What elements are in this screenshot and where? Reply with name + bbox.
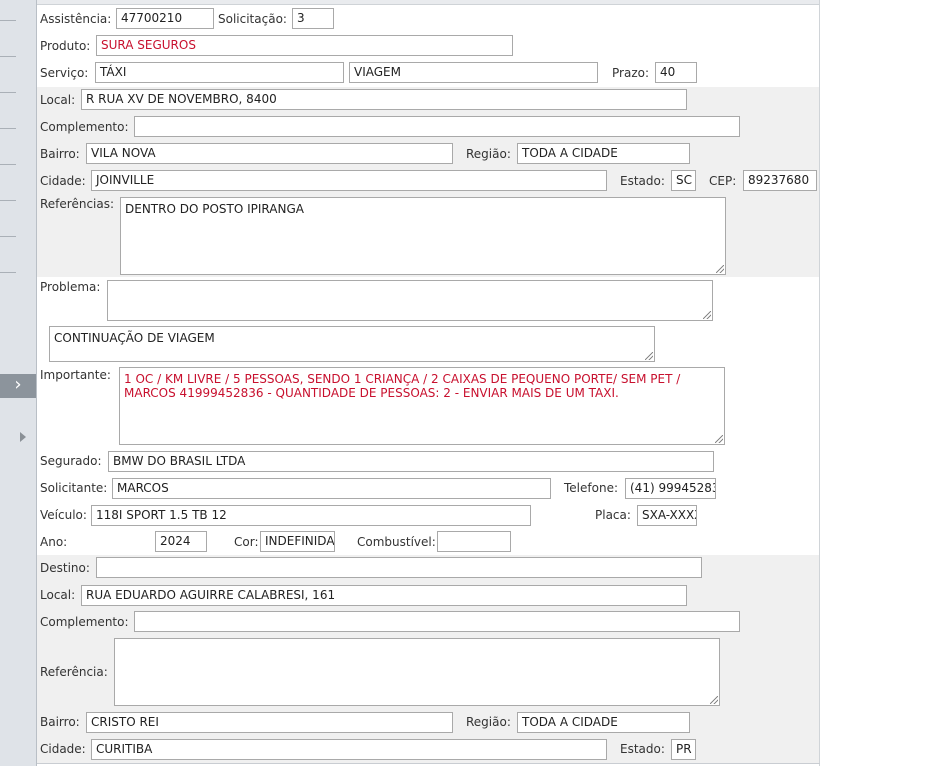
local-label: Local: (40, 93, 76, 107)
cidade-field[interactable]: JOINVILLE (91, 170, 607, 191)
prazo-field[interactable]: 40 (655, 62, 697, 83)
resize-grip-icon[interactable] (716, 265, 724, 273)
destino-referencia-textarea[interactable] (114, 638, 720, 706)
importante-textarea[interactable]: 1 OC / KM LIVRE / 5 PESSOAS, SENDO 1 CRI… (119, 367, 725, 445)
left-rail: › (0, 0, 37, 766)
resize-grip-icon[interactable] (645, 352, 653, 360)
rail-separator (0, 56, 16, 57)
regiao-label: Região: (466, 147, 511, 161)
destino-field[interactable] (96, 557, 702, 578)
estado-label: Estado: (620, 174, 665, 188)
referencias-textarea[interactable]: DENTRO DO POSTO IPIRANGA (120, 197, 726, 275)
cep-field[interactable]: 89237680 (743, 170, 817, 191)
resize-grip-icon[interactable] (715, 435, 723, 443)
resize-grip-icon[interactable] (710, 696, 718, 704)
solicitante-label: Solicitante: (40, 481, 108, 495)
solicitante-field[interactable]: MARCOS (112, 478, 551, 499)
destino-local-label: Local: (40, 588, 76, 602)
importante-text: 1 OC / KM LIVRE / 5 PESSOAS, SENDO 1 CRI… (124, 372, 681, 400)
bairro-label: Bairro: (40, 147, 80, 161)
rail-separator (0, 92, 16, 93)
ano-label: Ano: (40, 535, 68, 549)
form-top-border (37, 0, 820, 5)
destino-estado-field[interactable]: PR (671, 739, 696, 760)
solicitacao-field[interactable]: 3 (292, 8, 334, 29)
veiculo-field[interactable]: 118I SPORT 1.5 TB 12 (91, 505, 531, 526)
assistencia-label: Assistência: (40, 12, 112, 26)
rail-separator (0, 20, 16, 21)
complemento-field[interactable] (134, 116, 740, 137)
cidade-label: Cidade: (40, 174, 86, 188)
problema-textarea[interactable] (107, 280, 713, 321)
veiculo-label: Veículo: (40, 508, 87, 522)
telefone-field[interactable]: (41) 999452836 (625, 478, 716, 499)
destino-bairro-label: Bairro: (40, 715, 80, 729)
rail-separator (0, 272, 16, 273)
referencias-text: DENTRO DO POSTO IPIRANGA (125, 202, 304, 216)
produto-field[interactable]: SURA SEGUROS (96, 35, 513, 56)
local-field[interactable]: R RUA XV DE NOVEMBRO, 8400 (81, 89, 687, 110)
chevron-right-icon[interactable]: › (0, 374, 36, 398)
form-right-border (819, 0, 820, 766)
prazo-label: Prazo: (612, 66, 649, 80)
combustivel-label: Combustível: (357, 535, 436, 549)
rail-separator (0, 164, 16, 165)
destino-estado-label: Estado: (620, 742, 665, 756)
resize-grip-icon[interactable] (703, 311, 711, 319)
destino-referencia-label: Referência: (40, 665, 108, 679)
cor-field[interactable]: INDEFINIDA (260, 531, 335, 552)
rail-separator (0, 236, 16, 237)
destino-regiao-field[interactable]: TODA A CIDADE (517, 712, 690, 733)
destino-label: Destino: (40, 561, 90, 575)
cor-label: Cor: (234, 535, 259, 549)
importante-label: Importante: (40, 368, 111, 382)
segurado-field[interactable]: BMW DO BRASIL LTDA (108, 451, 714, 472)
destino-complemento-field[interactable] (134, 611, 740, 632)
combustivel-field[interactable] (437, 531, 511, 552)
caret-right-icon[interactable] (20, 432, 26, 442)
rail-separator (0, 200, 16, 201)
produto-label: Produto: (40, 39, 91, 53)
servico-field[interactable]: TÁXI (95, 62, 344, 83)
referencias-label: Referências: (40, 197, 115, 211)
form-bottom-border (37, 763, 820, 764)
estado-field[interactable]: SC (671, 170, 696, 191)
destino-complemento-label: Complemento: (40, 615, 129, 629)
complemento-label: Complemento: (40, 120, 129, 134)
destino-local-field[interactable]: RUA EDUARDO AGUIRRE CALABRESI, 161 (81, 585, 687, 606)
servico-label: Serviço: (40, 66, 89, 80)
assistencia-field[interactable]: 47700210 (116, 8, 214, 29)
descricao-text: CONTINUAÇÃO DE VIAGEM (54, 331, 215, 345)
solicitacao-label: Solicitação: (218, 12, 287, 26)
descricao-textarea[interactable]: CONTINUAÇÃO DE VIAGEM (49, 326, 655, 362)
servico-tipo-field[interactable]: VIAGEM (349, 62, 598, 83)
segurado-label: Segurado: (40, 454, 102, 468)
cep-label: CEP: (709, 174, 737, 188)
placa-label: Placa: (595, 508, 631, 522)
rail-separator (0, 128, 16, 129)
regiao-field[interactable]: TODA A CIDADE (517, 143, 690, 164)
destino-regiao-label: Região: (466, 715, 511, 729)
problema-label: Problema: (40, 280, 101, 294)
telefone-label: Telefone: (564, 481, 618, 495)
ano-field[interactable]: 2024 (155, 531, 207, 552)
destino-cidade-label: Cidade: (40, 742, 86, 756)
destino-bairro-field[interactable]: CRISTO REI (86, 712, 453, 733)
placa-field[interactable]: SXA-XXXX (637, 505, 697, 526)
destino-cidade-field[interactable]: CURITIBA (91, 739, 607, 760)
bairro-field[interactable]: VILA NOVA (86, 143, 453, 164)
